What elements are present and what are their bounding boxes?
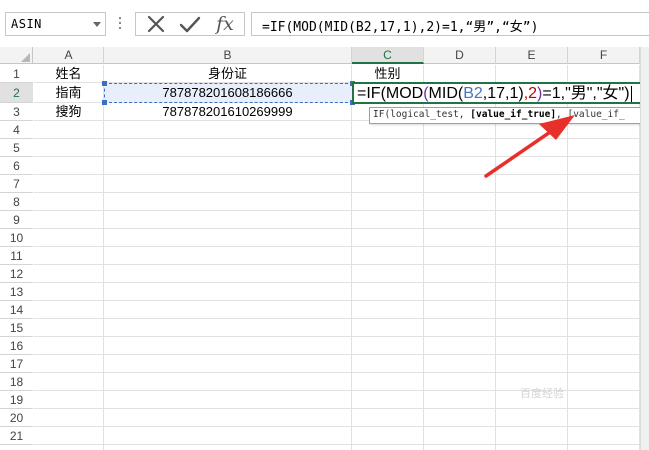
cell-a3[interactable]: 搜狗	[34, 103, 103, 120]
column-header-c[interactable]: C	[352, 47, 424, 64]
select-all-button[interactable]	[0, 47, 33, 64]
formula-text: =IF(MOD(MID(B2,17,1),2)=1,“男”,“女”)	[262, 20, 539, 35]
name-box-value: ASIN	[11, 17, 42, 31]
name-box[interactable]: ASIN	[5, 12, 106, 36]
formula-buttons: fx	[135, 12, 245, 36]
row-header-6[interactable]: 6	[0, 157, 33, 175]
cell-b3[interactable]: 787878201610269999	[104, 103, 351, 120]
cell-c2-formula[interactable]: =IF(MOD(MID(B2,17,1),2)=1,"男","女")	[357, 84, 632, 103]
select-all-icon	[21, 53, 30, 62]
row-header-16[interactable]: 16	[0, 337, 33, 355]
row-header-5[interactable]: 5	[0, 139, 33, 157]
close-icon[interactable]	[141, 13, 171, 35]
formula-bar: ASIN fx =IF(MOD(MID(B2,17,1),2)=1,“男”,“女…	[0, 0, 649, 47]
cell-b2[interactable]: 787878201608186666	[104, 84, 351, 101]
row-header-14[interactable]: 14	[0, 301, 33, 319]
cell-a1[interactable]: 姓名	[34, 65, 103, 82]
checkmark-icon[interactable]	[175, 13, 205, 35]
row-header-18[interactable]: 18	[0, 373, 33, 391]
column-header-f[interactable]: F	[568, 47, 640, 64]
column-header-d[interactable]: D	[424, 47, 496, 64]
insert-function-icon[interactable]: fx	[210, 13, 240, 35]
chevron-down-icon[interactable]	[93, 22, 101, 27]
row-header-12[interactable]: 12	[0, 265, 33, 283]
cell-b1[interactable]: 身份证	[104, 65, 351, 82]
column-header-a[interactable]: A	[34, 47, 104, 64]
cell-a2[interactable]: 指南	[34, 84, 103, 101]
cell-c1[interactable]: 性别	[352, 65, 423, 82]
row-header-20[interactable]: 20	[0, 409, 33, 427]
row-header-4[interactable]: 4	[0, 121, 33, 139]
row-header-10[interactable]: 10	[0, 229, 33, 247]
column-header-b[interactable]: B	[104, 47, 352, 64]
function-argument-tooltip[interactable]: IF(logical_test, [value_if_true], [value…	[369, 107, 649, 124]
watermark: 百度经验	[520, 388, 564, 400]
column-headers: A B C D E F	[0, 47, 649, 64]
cell-c2-editor[interactable]: =IF(MOD(MID(B2,17,1),2)=1,"男","女")	[352, 82, 644, 104]
formula-input[interactable]: =IF(MOD(MID(B2,17,1),2)=1,“男”,“女”)	[251, 12, 649, 36]
row-header-15[interactable]: 15	[0, 319, 33, 337]
row-header-8[interactable]: 8	[0, 193, 33, 211]
row-header-17[interactable]: 17	[0, 355, 33, 373]
text-caret	[630, 85, 632, 102]
row-header-11[interactable]: 11	[0, 247, 33, 265]
grip-icon	[119, 17, 122, 31]
row-header-13[interactable]: 13	[0, 283, 33, 301]
row-header-2[interactable]: 2	[0, 83, 33, 103]
vertical-scrollbar[interactable]	[640, 47, 649, 450]
row-header-19[interactable]: 19	[0, 391, 33, 409]
row-header-9[interactable]: 9	[0, 211, 33, 229]
column-header-e[interactable]: E	[496, 47, 568, 64]
row-header-7[interactable]: 7	[0, 175, 33, 193]
tooltip-text: IF(logical_test, [value_if_true], [value…	[373, 109, 625, 120]
row-header-3[interactable]: 3	[0, 103, 33, 121]
row-header-1[interactable]: 1	[0, 65, 33, 83]
row-header-21[interactable]: 21	[0, 427, 33, 445]
